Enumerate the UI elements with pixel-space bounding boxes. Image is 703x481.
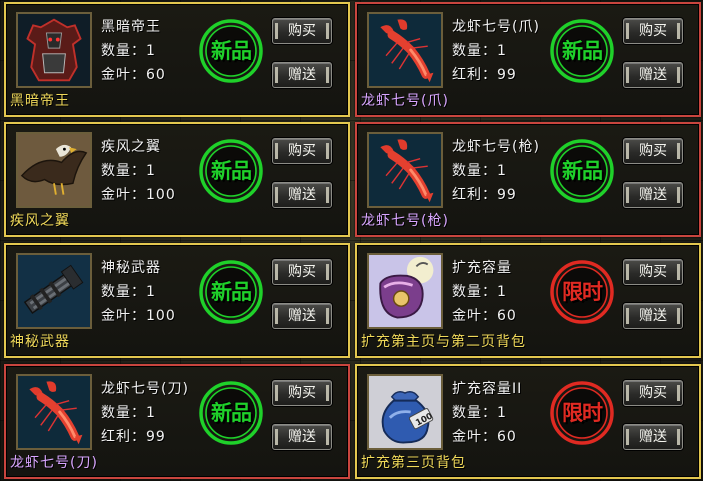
item-name: 黑暗帝王 [101,19,161,35]
item-name: 龙虾七号(爪) [452,19,540,35]
stamp-label: 新品 [562,159,603,183]
money-bag-icon: 100 [369,376,441,448]
new-item-stamp: 新品 [198,138,264,204]
buy-button[interactable]: 购买 [623,259,683,285]
item-caption: 扩充第主页与第二页背包 [361,334,526,350]
gift-button[interactable]: 赠送 [272,303,332,329]
lobster-icon [369,134,441,206]
buy-button[interactable]: 购买 [623,18,683,44]
item-quantity: 数量：1 [101,405,156,421]
gift-button[interactable]: 赠送 [272,62,332,88]
item-quantity: 数量：1 [452,284,507,300]
item-name: 扩充容量 [452,260,512,276]
new-item-stamp: 新品 [198,259,264,325]
limited-time-stamp: 限时 [549,380,615,446]
new-item-stamp: 新品 [198,380,264,446]
item-price: 红利：99 [452,67,517,83]
stamp-label: 限时 [562,280,603,304]
gift-button[interactable]: 赠送 [623,303,683,329]
dark-emperor-armor-icon [18,14,90,86]
item-caption: 疾风之翼 [10,213,70,229]
item-quantity: 数量：1 [452,163,507,179]
lobster-icon [18,376,90,448]
buy-button[interactable]: 购买 [623,138,683,164]
item-thumbnail [16,12,92,88]
item-thumbnail [16,132,92,208]
new-item-stamp: 新品 [198,18,264,84]
buy-button[interactable]: 购买 [272,259,332,285]
lobster-icon [369,14,441,86]
item-thumbnail [367,132,443,208]
shop-item-card: 龙虾七号(刀) 数量：1 红利：99 新品 购买 赠送 龙虾七号(刀) [4,364,350,479]
gift-button[interactable]: 赠送 [623,182,683,208]
item-caption: 神秘武器 [10,334,70,350]
item-name: 龙虾七号(枪) [452,139,540,155]
new-item-stamp: 新品 [549,138,615,204]
gatling-gun-icon [18,255,90,327]
item-price: 金叶：100 [101,187,176,203]
item-quantity: 数量：1 [101,284,156,300]
item-caption: 扩充第三页背包 [361,455,466,471]
gift-button[interactable]: 赠送 [623,424,683,450]
item-caption: 龙虾七号(刀) [10,455,98,471]
stamp-label: 新品 [562,39,603,63]
item-thumbnail [367,253,443,329]
item-quantity: 数量：1 [101,43,156,59]
item-caption: 黑暗帝王 [10,93,70,109]
buy-button[interactable]: 购买 [272,18,332,44]
item-thumbnail [367,12,443,88]
item-thumbnail: 100 [367,374,443,450]
shop-item-card: 扩充容量 数量：1 金叶：60 限时 购买 赠送 扩充第主页与第二页背包 [355,243,701,358]
shop-item-card: 100 扩充容量II 数量：1 金叶：60 限时 购买 赠送 扩充第三页背包 [355,364,701,479]
gift-button[interactable]: 赠送 [272,182,332,208]
eagle-wing-icon [18,134,90,206]
item-price: 金叶：60 [452,429,517,445]
stamp-label: 限时 [562,401,603,425]
item-quantity: 数量：1 [101,163,156,179]
item-price: 金叶：100 [101,308,176,324]
shop-item-card: 神秘武器 数量：1 金叶：100 新品 购买 赠送 神秘武器 [4,243,350,358]
buy-button[interactable]: 购买 [272,138,332,164]
item-thumbnail [16,374,92,450]
item-caption: 龙虾七号(枪) [361,213,449,229]
gift-button[interactable]: 赠送 [272,424,332,450]
item-price: 金叶：60 [452,308,517,324]
shop-item-card: 龙虾七号(爪) 数量：1 红利：99 新品 购买 赠送 龙虾七号(爪) [355,2,701,117]
item-name: 神秘武器 [101,260,161,276]
item-price: 金叶：60 [101,67,166,83]
bag-expansion-icon [369,255,441,327]
item-name: 龙虾七号(刀) [101,381,189,397]
gift-button[interactable]: 赠送 [623,62,683,88]
new-item-stamp: 新品 [549,18,615,84]
limited-time-stamp: 限时 [549,259,615,325]
item-price: 红利：99 [452,187,517,203]
item-caption: 龙虾七号(爪) [361,93,449,109]
stamp-label: 新品 [211,39,252,63]
item-name: 扩充容量II [452,381,523,397]
buy-button[interactable]: 购买 [272,380,332,406]
shop-item-card: 龙虾七号(枪) 数量：1 红利：99 新品 购买 赠送 龙虾七号(枪) [355,122,701,237]
shop-item-card: 疾风之翼 数量：1 金叶：100 新品 购买 赠送 疾风之翼 [4,122,350,237]
buy-button[interactable]: 购买 [623,380,683,406]
item-thumbnail [16,253,92,329]
item-quantity: 数量：1 [452,405,507,421]
item-quantity: 数量：1 [452,43,507,59]
stamp-label: 新品 [211,280,252,304]
item-price: 红利：99 [101,429,166,445]
stamp-label: 新品 [211,401,252,425]
stamp-label: 新品 [211,159,252,183]
shop-item-card: 黑暗帝王 数量：1 金叶：60 新品 购买 赠送 黑暗帝王 [4,2,350,117]
item-name: 疾风之翼 [101,139,161,155]
